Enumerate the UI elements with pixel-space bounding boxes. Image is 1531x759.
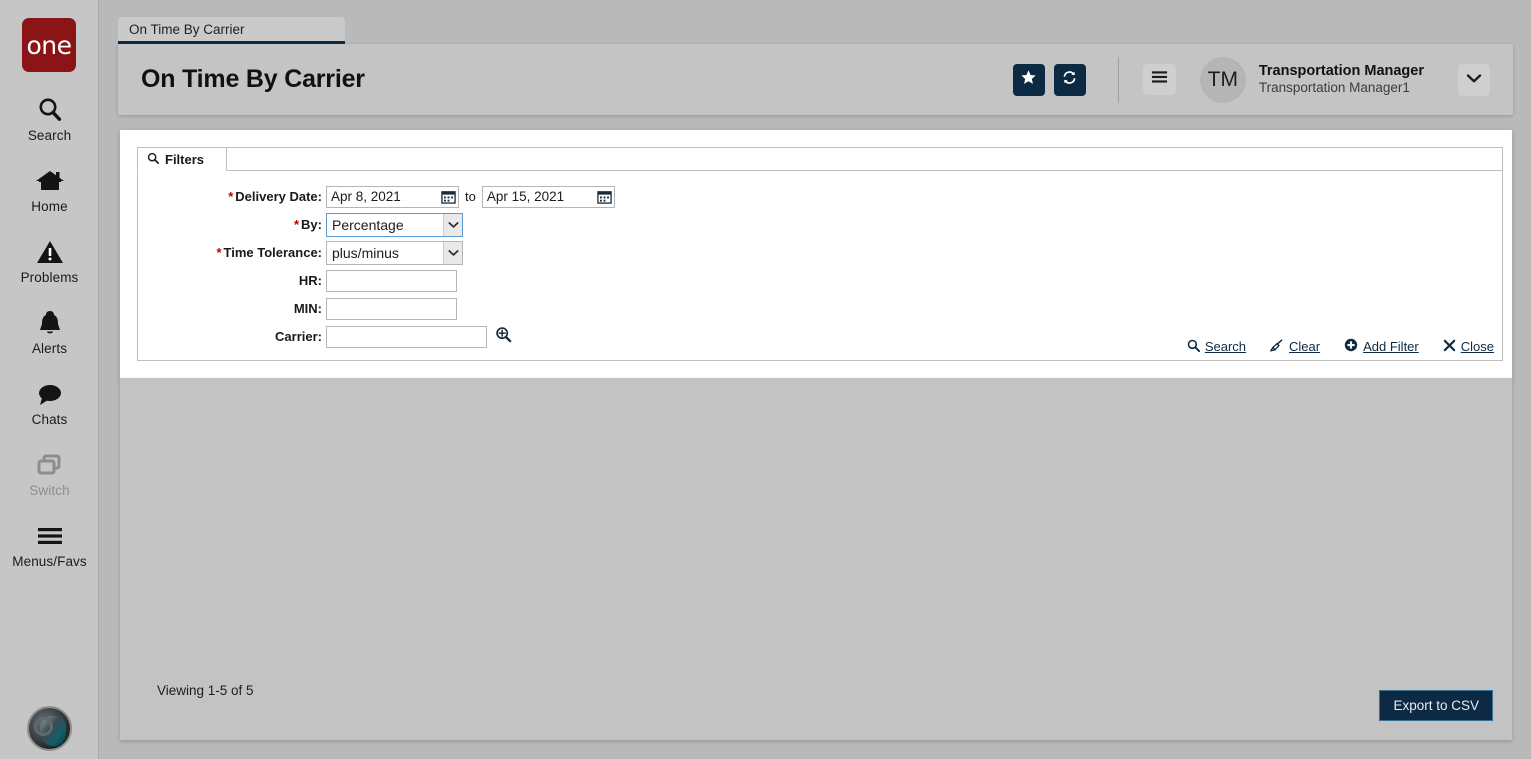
- filter-close-label: Close: [1460, 339, 1494, 354]
- delivery-date-from-wrap: [326, 185, 459, 209]
- field-row-hr: HR:: [138, 268, 1502, 293]
- by-select-value: Percentage: [332, 216, 404, 233]
- user-name: Transportation Manager: [1258, 63, 1424, 79]
- refresh-icon: [1061, 69, 1078, 91]
- rail-item-label: Alerts: [31, 341, 68, 356]
- filters-tab-bar: Filters: [137, 147, 1502, 171]
- rail-item-label: Search: [27, 128, 72, 143]
- field-row-min: MIN:: [138, 296, 1502, 321]
- time-tolerance-label: * Time Tolerance:: [216, 245, 322, 260]
- avatar-ring: [34, 717, 53, 736]
- filter-action-links: Search Clear Add Filter Close: [1187, 338, 1494, 355]
- filters-card: Filters *Delivery Date: to: [137, 147, 1503, 361]
- required-marker: *: [216, 245, 222, 260]
- switch-icon: [33, 448, 67, 482]
- star-icon: [1020, 69, 1037, 91]
- rail-item-label: Chats: [31, 412, 68, 427]
- page-title: On Time By Carrier: [141, 65, 365, 93]
- header-actions: TM Transportation Manager Transportation…: [1004, 44, 1513, 115]
- refresh-button[interactable]: [1053, 63, 1086, 96]
- hr-input[interactable]: [326, 269, 457, 292]
- delivery-date-from-input[interactable]: [326, 185, 459, 208]
- results-area: Viewing 1-5 of 5 Export to CSV: [120, 378, 1512, 740]
- plus-circle-icon: [1344, 338, 1358, 355]
- rail-item-alerts[interactable]: Alerts: [0, 306, 99, 356]
- chevron-down-icon[interactable]: [443, 213, 462, 236]
- export-to-csv-button[interactable]: Export to CSV: [1379, 690, 1493, 721]
- rail-item-label: Menus/Favs: [12, 554, 87, 569]
- bell-icon: [33, 306, 67, 340]
- calendar-icon[interactable]: [441, 189, 456, 209]
- delivery-date-to-wrap: [481, 185, 615, 209]
- user-menu-button[interactable]: [1458, 63, 1490, 96]
- header-menu-button[interactable]: [1142, 64, 1176, 95]
- record-count-label: Viewing 1-5 of 5: [157, 683, 254, 698]
- favorite-button[interactable]: [1012, 63, 1045, 96]
- field-row-time-tolerance: * Time Tolerance: plus/minus: [138, 240, 1502, 265]
- search-icon: [1187, 339, 1200, 355]
- rail-item-menus-favs[interactable]: Menus/Favs: [0, 519, 99, 569]
- rail-item-label: Home: [31, 199, 68, 214]
- field-row-by: * By: Percentage: [138, 212, 1502, 237]
- warning-icon: [33, 235, 67, 269]
- time-tolerance-select-value: plus/minus: [332, 244, 399, 261]
- brand-logo[interactable]: one: [22, 18, 76, 72]
- required-marker: *: [228, 189, 234, 204]
- user-avatar-image[interactable]: [27, 706, 72, 751]
- header-divider: [1117, 56, 1119, 103]
- page-header-bar: On Time By Carrier TM Transportation Man…: [118, 44, 1513, 115]
- hr-label: HR:: [298, 273, 322, 288]
- chevron-down-icon: [1466, 71, 1482, 89]
- carrier-input[interactable]: [326, 325, 487, 348]
- min-input[interactable]: [326, 297, 457, 320]
- rail-item-switch[interactable]: Switch: [0, 448, 99, 498]
- search-icon: [33, 93, 67, 127]
- tab-filters[interactable]: Filters: [137, 147, 228, 171]
- left-nav-rail: one Search Home Problems Alerts Chats Sw…: [0, 0, 99, 759]
- rail-item-chats[interactable]: Chats: [0, 377, 99, 427]
- zoom-in-icon[interactable]: [495, 326, 512, 348]
- user-initials-avatar[interactable]: TM: [1199, 56, 1246, 103]
- calendar-icon[interactable]: [597, 189, 612, 209]
- filter-search-label: Search: [1204, 339, 1247, 354]
- tab-label: On Time By Carrier: [129, 21, 245, 37]
- min-label: MIN:: [293, 301, 322, 316]
- filter-add-filter-link[interactable]: Add Filter: [1344, 338, 1419, 355]
- chevron-down-icon[interactable]: [443, 241, 462, 264]
- rail-item-home[interactable]: Home: [0, 164, 99, 214]
- filter-search-link[interactable]: Search: [1187, 339, 1246, 355]
- close-icon: [1443, 339, 1456, 355]
- filters-tab-label: Filters: [165, 151, 205, 167]
- filter-clear-link[interactable]: Clear: [1270, 338, 1321, 355]
- filter-add-filter-label: Add Filter: [1363, 339, 1419, 354]
- filter-close-link[interactable]: Close: [1443, 339, 1494, 355]
- broom-icon: [1270, 338, 1284, 355]
- field-row-delivery-date: *Delivery Date: to: [138, 184, 1502, 209]
- hamburger-icon: [33, 519, 67, 553]
- hamburger-icon: [1151, 70, 1168, 89]
- carrier-label: Carrier:: [275, 329, 322, 344]
- tab-on-time-by-carrier[interactable]: On Time By Carrier: [118, 17, 345, 44]
- required-marker: *: [293, 217, 300, 232]
- user-info: Transportation Manager Transportation Ma…: [1259, 62, 1424, 97]
- chat-icon: [33, 377, 67, 411]
- rail-item-label: Switch: [29, 483, 70, 498]
- tab-strip: On Time By Carrier: [118, 17, 1518, 44]
- by-select[interactable]: Percentage: [326, 212, 463, 237]
- user-initials: TM: [1207, 67, 1238, 91]
- rail-item-search[interactable]: Search: [0, 93, 99, 143]
- rail-item-problems[interactable]: Problems: [0, 235, 99, 285]
- user-subtitle: Transportation Manager1: [1258, 80, 1410, 96]
- rail-item-label: Problems: [20, 270, 79, 285]
- delivery-date-to-input[interactable]: [481, 185, 615, 208]
- time-tolerance-select[interactable]: plus/minus: [326, 240, 463, 265]
- home-icon: [33, 164, 67, 198]
- filters-panel: Filters *Delivery Date: to: [120, 130, 1512, 378]
- by-label: * By:: [293, 217, 322, 232]
- search-icon: [147, 152, 160, 167]
- filters-form: *Delivery Date: to: [138, 171, 1502, 349]
- date-range-to-label: to: [465, 189, 476, 204]
- filter-clear-label: Clear: [1289, 339, 1321, 354]
- delivery-date-label: * Delivery Date:: [228, 189, 322, 204]
